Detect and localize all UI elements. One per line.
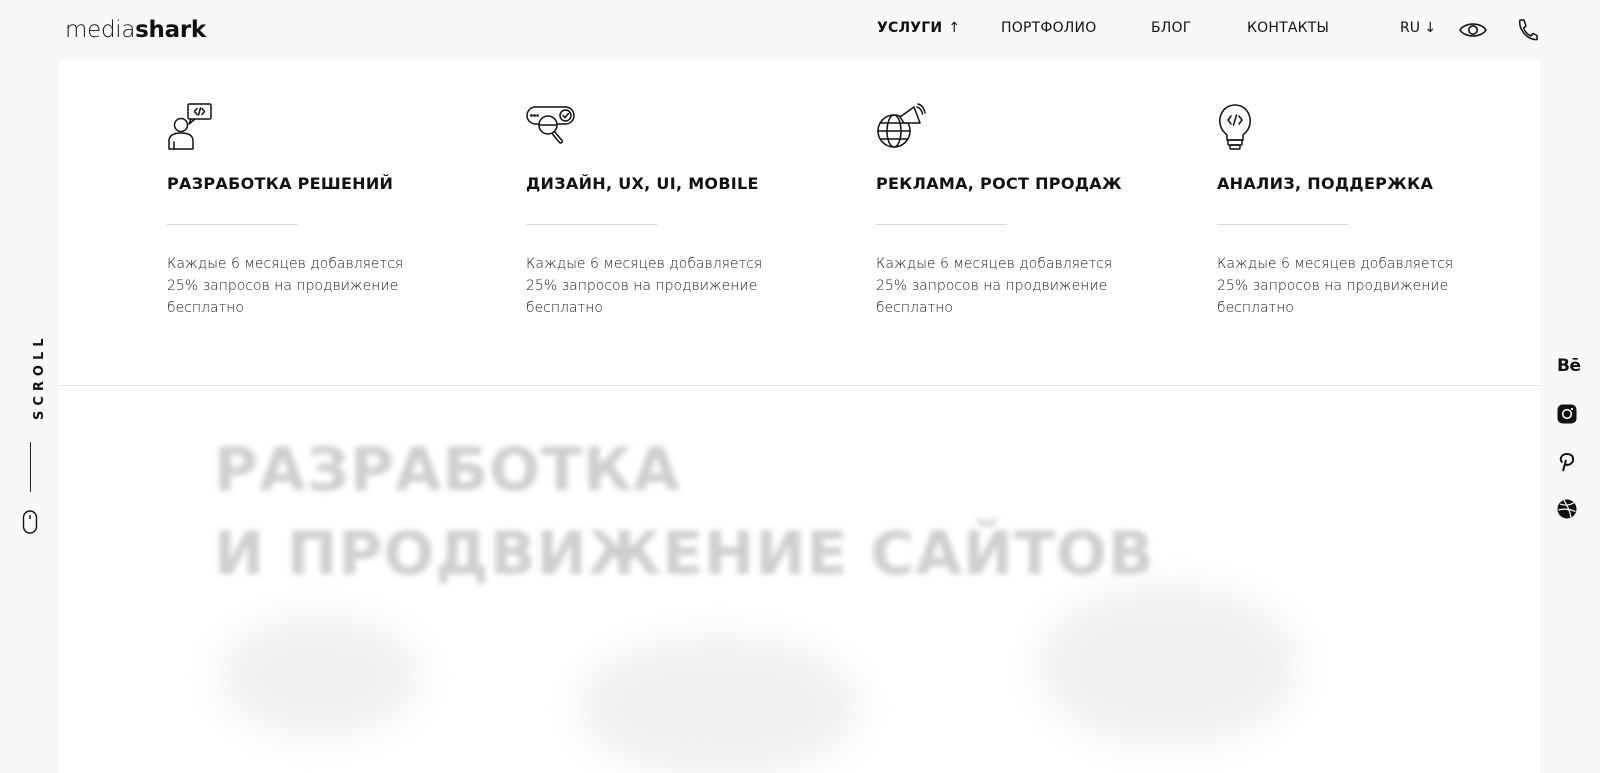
eye-icon[interactable] bbox=[1459, 17, 1487, 47]
developer-chat-icon bbox=[167, 103, 213, 155]
service-description: Каждые 6 месяцев добавляется 25% запросо… bbox=[526, 256, 763, 316]
nav-item-portfolio[interactable]: ПОРТФОЛИО bbox=[1001, 20, 1096, 36]
service-title: РАЗРАБОТКА РЕШЕНИЙ bbox=[167, 174, 394, 193]
pinterest-icon[interactable] bbox=[1557, 451, 1577, 477]
service-divider bbox=[167, 224, 298, 225]
hero-section: РАЗРАБОТКА И ПРОДВИЖЕНИЕ САЙТОВ bbox=[59, 386, 1540, 773]
nav-item-label: УСЛУГИ bbox=[877, 20, 943, 36]
service-divider bbox=[876, 224, 1007, 225]
site-header: mediashark УСЛУГИ ↑ ПОРТФОЛИО БЛОГ КОНТАК… bbox=[0, 0, 1600, 60]
instagram-icon[interactable] bbox=[1557, 404, 1577, 428]
search-toggle-icon bbox=[526, 103, 576, 155]
service-title: АНАЛИЗ, ПОДДЕРЖКА bbox=[1217, 174, 1434, 193]
nav-item-blog[interactable]: БЛОГ bbox=[1151, 20, 1192, 36]
hero-title-line-1: РАЗРАБОТКА bbox=[214, 435, 681, 505]
page: mediashark УСЛУГИ ↑ ПОРТФОЛИО БЛОГ КОНТАК… bbox=[0, 0, 1600, 773]
service-title: РЕКЛАМА, РОСТ ПРОДАЖ bbox=[876, 174, 1122, 193]
main-nav: УСЛУГИ ↑ ПОРТФОЛИО БЛОГ КОНТАКТЫ bbox=[0, 20, 1600, 42]
language-switcher[interactable]: RU ↓ bbox=[1400, 20, 1436, 36]
scroll-indicator: SCROLL bbox=[22, 333, 47, 420]
nav-item-contacts[interactable]: КОНТАКТЫ bbox=[1247, 20, 1329, 36]
hero-title-line-2: И ПРОДВИЖЕНИЕ САЙТОВ bbox=[214, 519, 1155, 589]
globe-megaphone-icon bbox=[876, 103, 926, 155]
hero-blur-shape bbox=[579, 636, 859, 773]
service-description: Каждые 6 месяцев добавляется 25% запросо… bbox=[167, 256, 404, 316]
lightbulb-code-icon bbox=[1217, 103, 1253, 155]
hero-blur-shape bbox=[219, 616, 419, 736]
nav-item-services[interactable]: УСЛУГИ ↑ bbox=[877, 20, 960, 36]
hero-title: РАЗРАБОТКА И ПРОДВИЖЕНИЕ САЙТОВ bbox=[214, 428, 1155, 596]
service-title: ДИЗАЙН, UX, UI, MOBILE bbox=[526, 174, 759, 193]
service-divider bbox=[526, 224, 657, 225]
behance-icon[interactable]: Bē bbox=[1557, 356, 1581, 376]
scroll-label: SCROLL bbox=[32, 333, 47, 420]
service-divider bbox=[1217, 224, 1348, 225]
mouse-icon bbox=[22, 510, 38, 538]
hero-blur-shape bbox=[1039, 586, 1299, 746]
service-description: Каждые 6 месяцев добавляется 25% запросо… bbox=[1217, 256, 1454, 316]
dribbble-icon[interactable] bbox=[1557, 499, 1577, 523]
scroll-line bbox=[30, 442, 31, 492]
services-dropdown: РАЗРАБОТКА РЕШЕНИЙ Каждые 6 месяцев доба… bbox=[59, 60, 1540, 386]
phone-icon[interactable] bbox=[1516, 17, 1538, 47]
service-description: Каждые 6 месяцев добавляется 25% запросо… bbox=[876, 256, 1113, 316]
arrow-up-icon: ↑ bbox=[948, 20, 961, 36]
